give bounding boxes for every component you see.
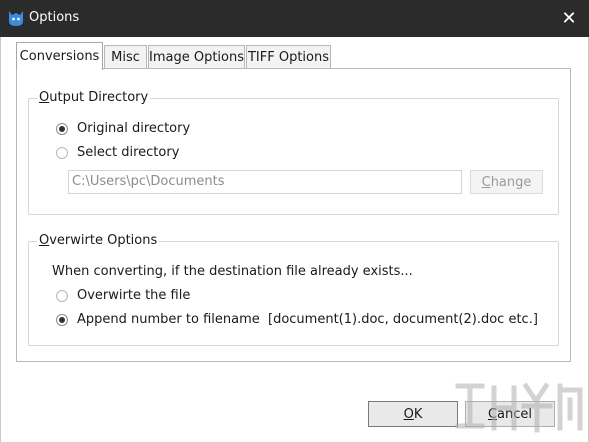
output-directory-legend: Output Directory (37, 90, 151, 106)
radio-button[interactable] (56, 289, 68, 302)
ok-button[interactable]: OK (368, 401, 458, 427)
conversions-panel: Output Directory Original directory Sele… (16, 68, 571, 362)
tab-label: Image Options (149, 50, 245, 65)
tab-conversions[interactable]: Conversions (16, 42, 103, 70)
radio-append-number[interactable]: Append number to filename [document(1).d… (56, 312, 538, 327)
overwrite-description: When converting, if the destination file… (52, 264, 413, 279)
tab-tiff-options[interactable]: TIFF Options (246, 45, 331, 69)
radio-label: Original directory (77, 121, 191, 136)
radio-select-directory[interactable]: Select directory (56, 145, 179, 160)
cat-logo-icon (9, 11, 23, 26)
overwrite-options-legend: Overwirte Options (37, 233, 160, 249)
tab-label: Conversions (19, 49, 100, 64)
window-border-left (0, 37, 1, 442)
close-button[interactable]: ✕ (549, 0, 589, 37)
close-icon: ✕ (561, 7, 577, 29)
radio-original-directory[interactable]: Original directory (56, 121, 190, 136)
tab-label: TIFF Options (247, 50, 330, 65)
radio-button-checked[interactable] (56, 313, 68, 326)
tab-misc[interactable]: Misc (104, 45, 147, 69)
radio-label: Overwirte the file (77, 288, 191, 303)
radio-button[interactable] (56, 146, 68, 159)
title-bar: Options ✕ (0, 0, 589, 37)
radio-overwrite-file[interactable]: Overwirte the file (56, 288, 190, 303)
directory-path-input[interactable]: C:\Users\pc\Documents (68, 170, 462, 194)
output-directory-group: Output Directory Original directory Sele… (28, 90, 559, 215)
radio-label: Select directory (77, 145, 180, 160)
tab-label: Misc (111, 50, 140, 65)
radio-button-checked[interactable] (56, 122, 68, 135)
watermark-logo (455, 382, 583, 433)
overwrite-options-group: Overwirte Options When converting, if th… (28, 233, 559, 346)
tab-image-options[interactable]: Image Options (148, 45, 245, 69)
window-title: Options (29, 10, 80, 25)
radio-label: Append number to filename [document(1).d… (77, 312, 538, 327)
change-button[interactable]: Change (470, 170, 543, 194)
